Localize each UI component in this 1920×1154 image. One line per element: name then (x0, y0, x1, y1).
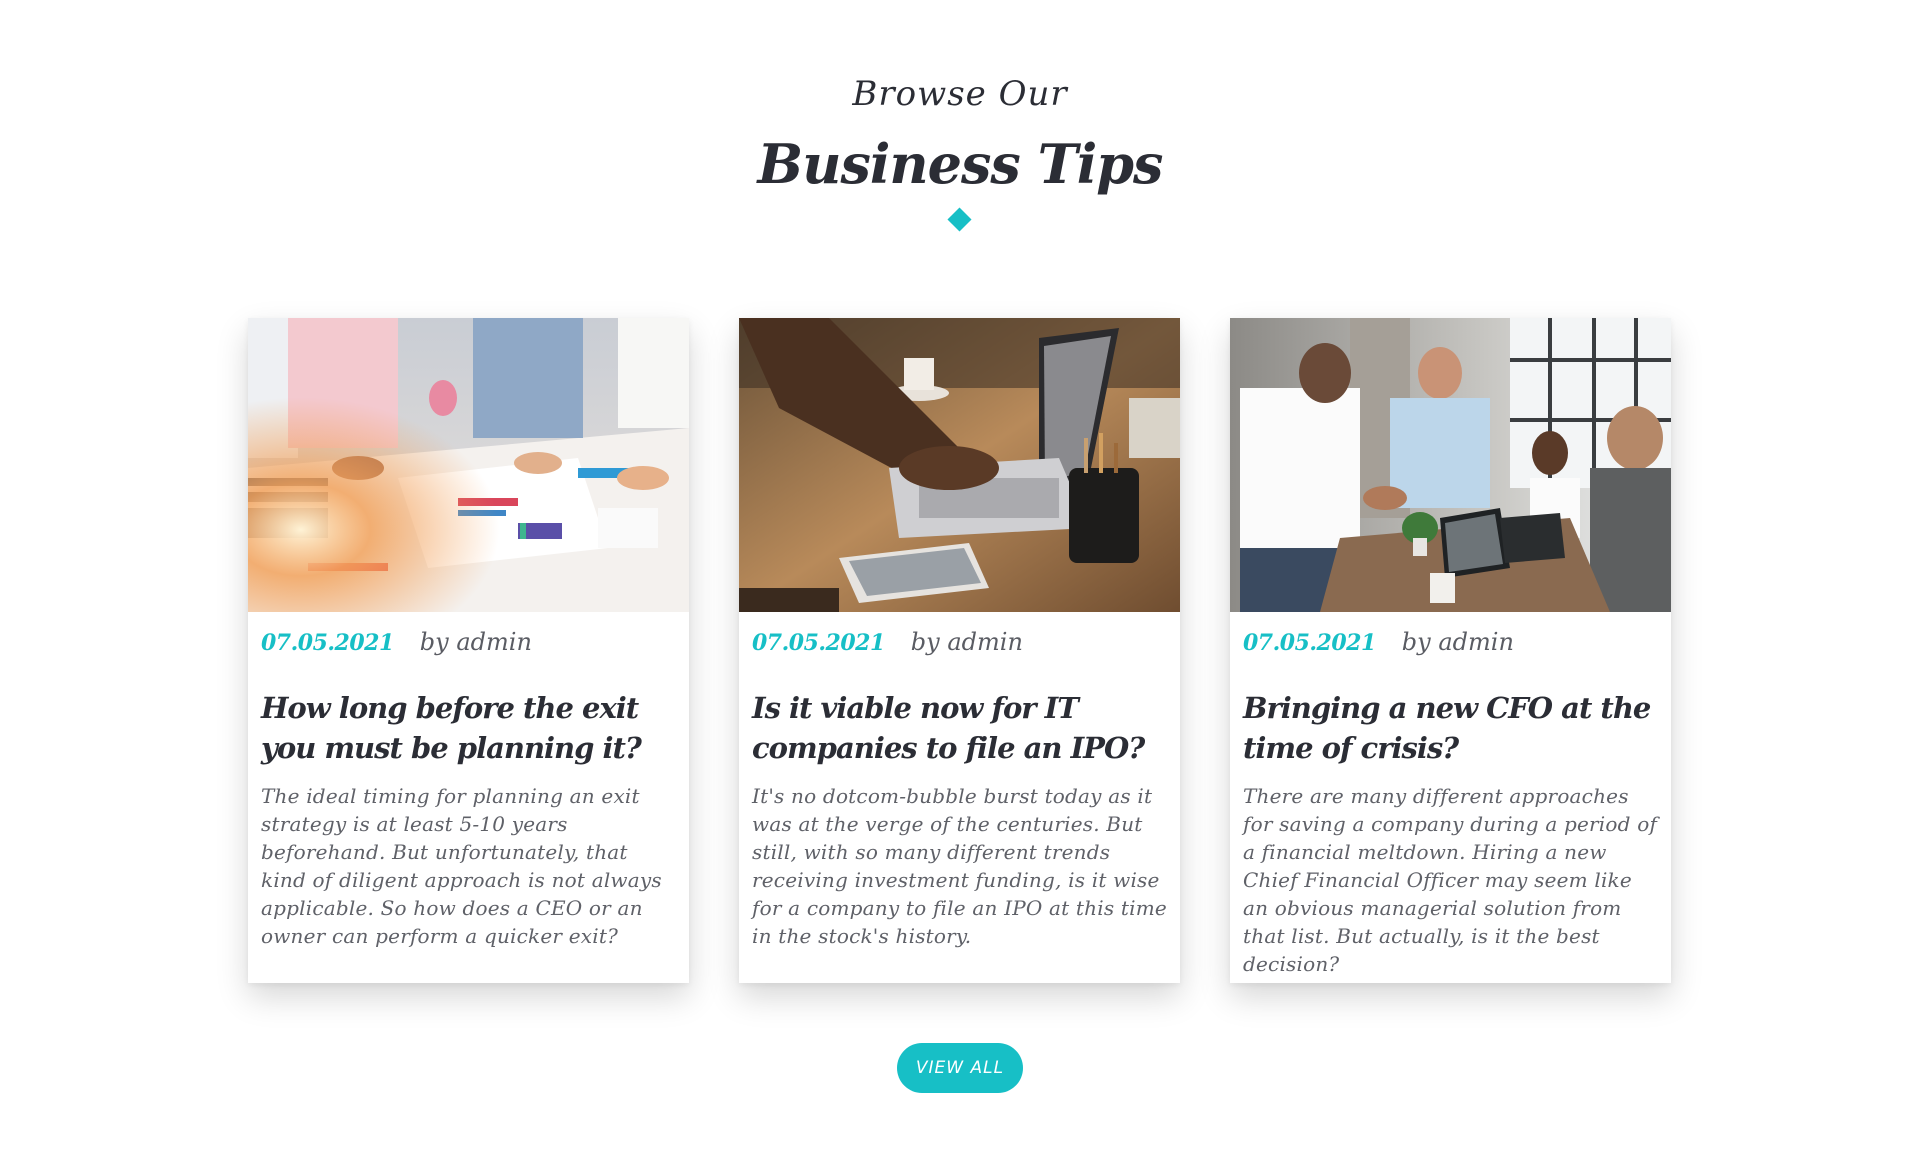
post-excerpt: There are many different approaches for … (1243, 784, 1658, 976)
section-title: Business Tips (757, 132, 1164, 196)
post-date[interactable]: 07.05.2021 (752, 630, 885, 656)
laptop-typing-photo[interactable] (739, 318, 1180, 612)
post-card[interactable]: 07.05.2021 by admin Bringing a new CFO a… (1230, 318, 1671, 983)
post-cards: 07.05.2021 by admin How long before the … (248, 318, 1672, 983)
post-excerpt: It's no dotcom-bubble burst today as it … (752, 784, 1167, 948)
post-author[interactable]: by admin (1402, 628, 1514, 656)
view-all-button[interactable]: VIEW ALL (897, 1043, 1023, 1093)
post-card[interactable]: 07.05.2021 by admin How long before the … (248, 318, 689, 983)
section-subtitle: Browse Our (852, 74, 1068, 114)
team-planning-charts-photo[interactable] (248, 318, 689, 612)
post-author[interactable]: by admin (420, 628, 532, 656)
post-excerpt: The ideal timing for planning an exit st… (261, 784, 662, 948)
post-card[interactable]: 07.05.2021 by admin Is it viable now for… (739, 318, 1180, 983)
diamond-divider-icon (947, 207, 972, 232)
office-handshake-photo[interactable] (1230, 318, 1671, 612)
post-date[interactable]: 07.05.2021 (1243, 630, 1376, 656)
post-meta: 07.05.2021 by admin (1243, 628, 1659, 664)
post-title[interactable]: How long before the exit you must be pla… (261, 688, 677, 768)
post-date[interactable]: 07.05.2021 (261, 630, 394, 656)
post-meta: 07.05.2021 by admin (752, 628, 1168, 664)
post-author[interactable]: by admin (911, 628, 1023, 656)
post-title[interactable]: Bringing a new CFO at the time of crisis… (1243, 688, 1659, 768)
business-tips-section: Browse Our Business Tips 07.05.2021 by a… (0, 0, 1920, 1154)
post-title[interactable]: Is it viable now for IT companies to fil… (752, 688, 1168, 768)
post-meta: 07.05.2021 by admin (261, 628, 677, 664)
